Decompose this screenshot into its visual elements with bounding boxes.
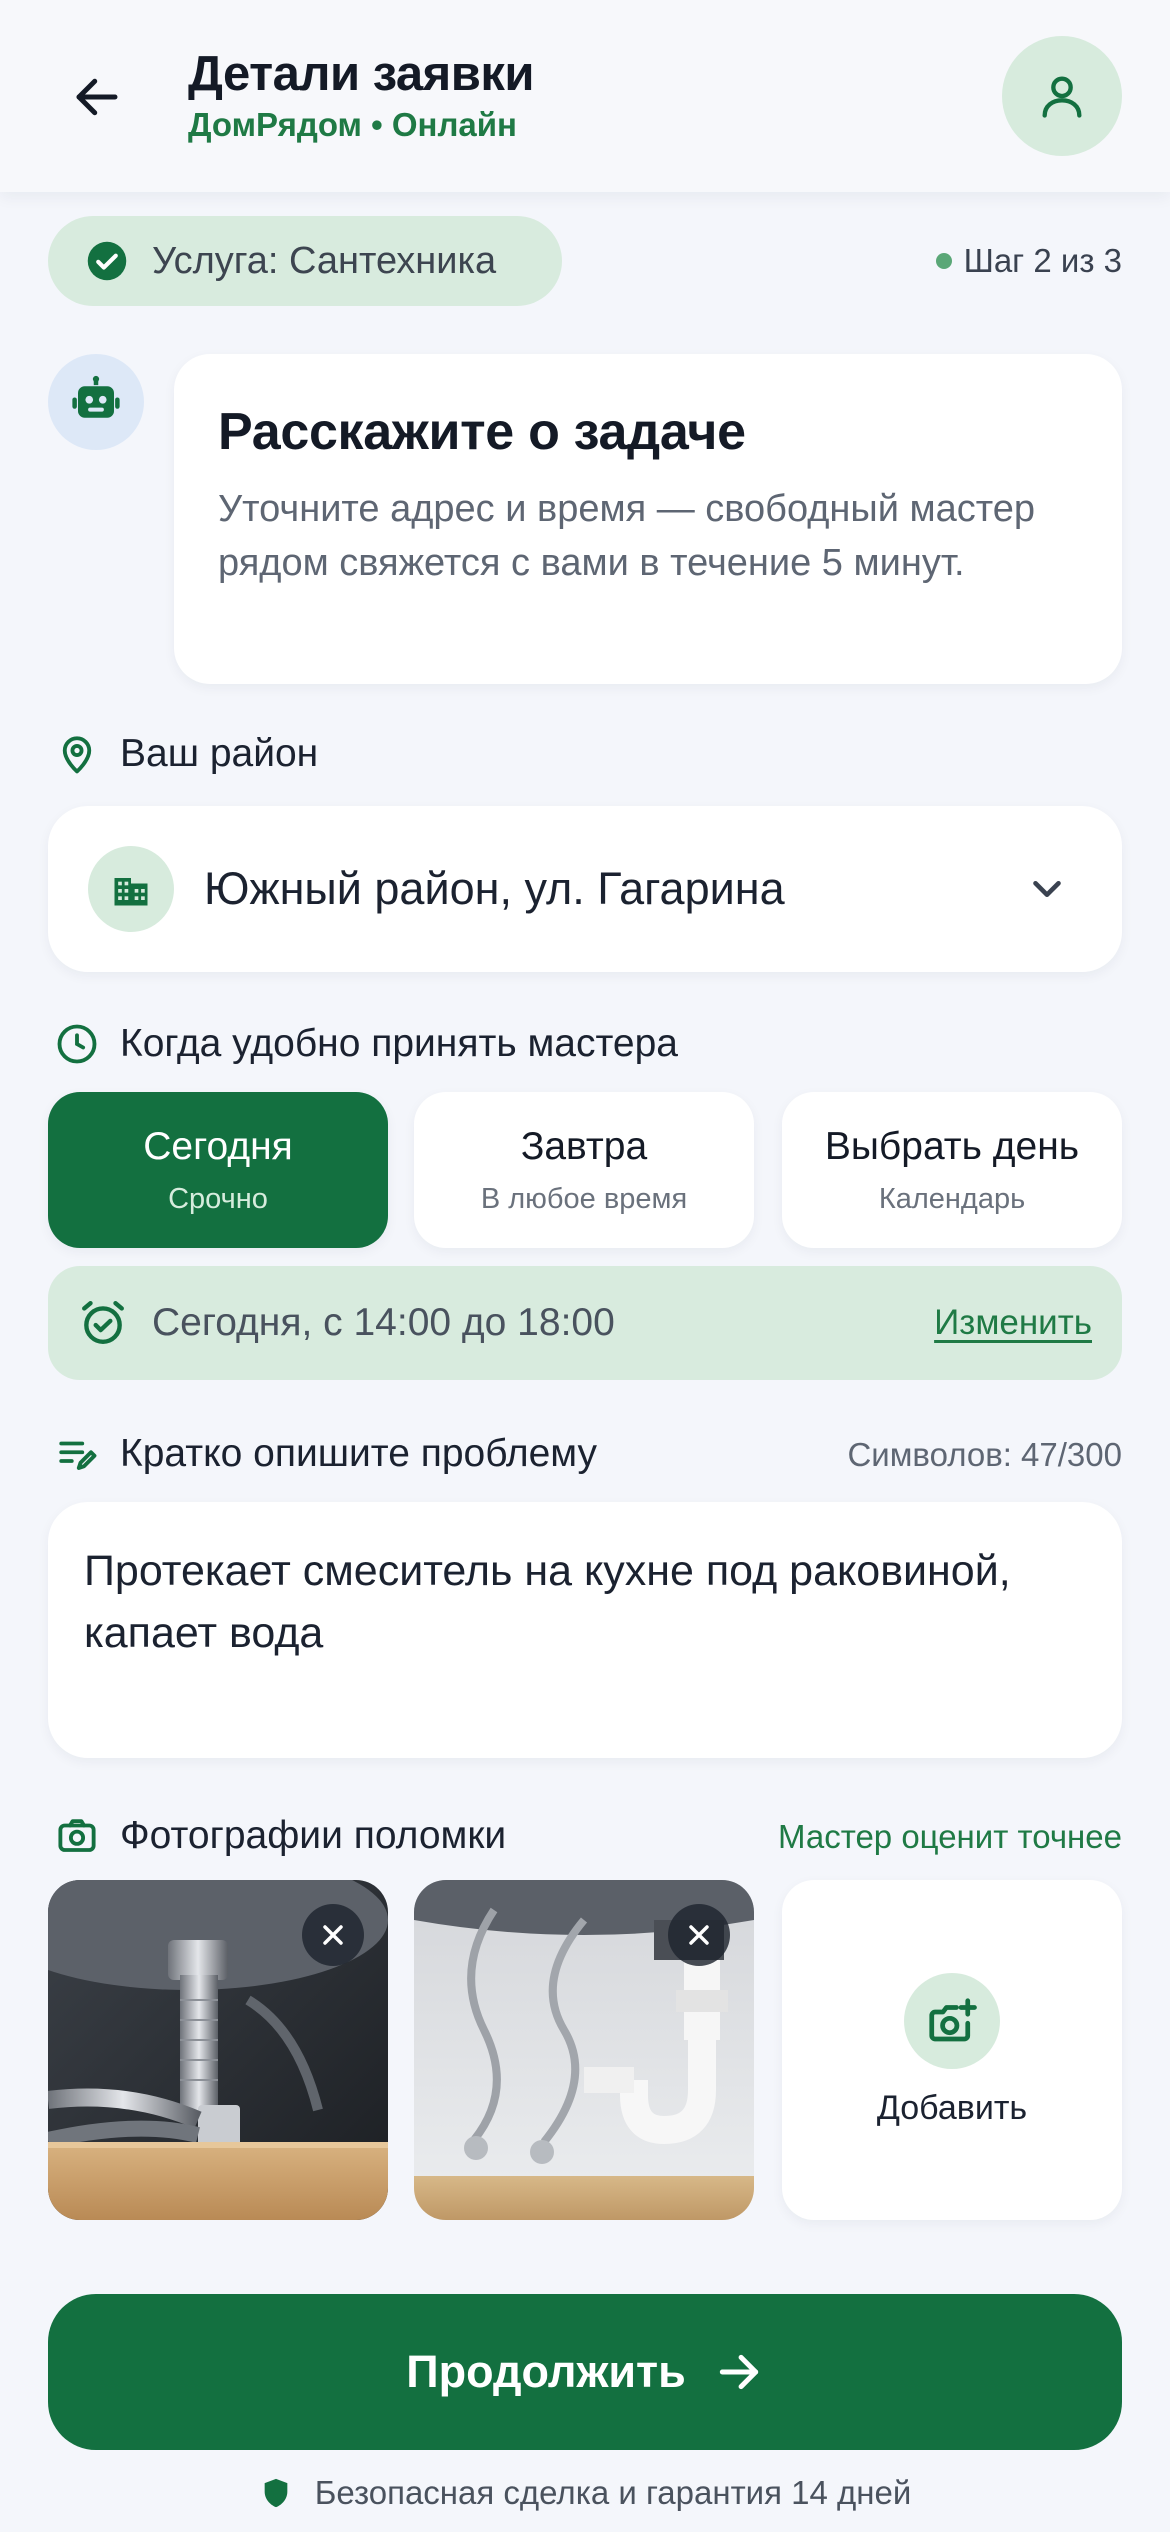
selected-time-text: Сегодня, с 14:00 до 18:00 [152, 1301, 615, 1344]
edit-notes-icon [59, 1441, 97, 1470]
remove-photo-button[interactable] [302, 1904, 364, 1966]
continue-label: Продолжить [406, 2346, 686, 2397]
close-icon [689, 1925, 709, 1945]
description-label-text: Кратко опишите проблему [120, 1432, 598, 1475]
step-indicator: Шаг 2 из 3 [935, 242, 1122, 280]
photo-thumbnail-1[interactable] [48, 1880, 388, 2220]
character-counter: Символов: 47/300 [847, 1436, 1122, 1473]
page-subtitle: ДомРядом • Онлайн [188, 106, 517, 143]
bot-avatar [48, 354, 144, 450]
guarantee-text: Безопасная сделка и гарантия 14 дней [314, 2474, 912, 2511]
back-button[interactable] [58, 58, 136, 136]
selected-time-banner: Сегодня, с 14:00 до 18:00 Изменить [48, 1266, 1122, 1380]
continue-button[interactable]: Продолжить [48, 2294, 1122, 2450]
arrow-right-icon [719, 2354, 758, 2390]
page-title: Детали заявки [188, 47, 535, 101]
user-icon [1042, 76, 1082, 118]
map-pin-icon [62, 736, 92, 774]
change-time-link[interactable]: Изменить [934, 1303, 1092, 1343]
district-select[interactable]: Южный район, ул. Гагарина [48, 806, 1122, 972]
add-photo-button[interactable]: Добавить [782, 1880, 1122, 2220]
alarm-check-icon [82, 1301, 124, 1344]
clock-icon [57, 1024, 97, 1064]
app-header: Детали заявки ДомРядом • Онлайн [0, 0, 1170, 192]
photos-label-text: Фотографии поломки [120, 1814, 507, 1857]
add-a-photo-icon [929, 1997, 977, 2041]
time-option-today[interactable]: Сегодня Срочно [48, 1092, 388, 1248]
shield-icon [264, 2478, 288, 2508]
option-title: Сегодня [143, 1124, 293, 1168]
add-photo-icon-bg [904, 1972, 1000, 2069]
description-textarea[interactable]: Протекает смеситель на кухне под раковин… [48, 1502, 1122, 1758]
bot-message-title: Расскажите о задаче [218, 403, 746, 461]
option-subtitle: В любое время [480, 1182, 688, 1215]
service-chip: Услуга: Сантехника [48, 216, 562, 306]
service-label: Услуга: Сантехника [152, 239, 497, 282]
camera-icon [58, 1819, 96, 1852]
district-section-label: Ваш район [56, 732, 318, 776]
time-option-tomorrow[interactable]: Завтра В любое время [414, 1092, 754, 1248]
robot-icon [72, 375, 120, 418]
option-title: Выбрать день [824, 1124, 1080, 1168]
step-label: Шаг 2 из 3 [963, 242, 1122, 279]
district-label-text: Ваш район [120, 732, 319, 775]
district-value: Южный район, ул. Гагарина [204, 863, 785, 914]
district-icon-bg [88, 846, 174, 932]
guarantee-note: Безопасная сделка и гарантия 14 дней [0, 2474, 1170, 2512]
photo-thumbnail-2[interactable] [414, 1880, 754, 2220]
remove-photo-button[interactable] [668, 1904, 730, 1966]
time-option-pick-day[interactable]: Выбрать день Календарь [782, 1092, 1122, 1248]
option-title: Завтра [520, 1124, 648, 1168]
chevron-down-icon [1033, 880, 1061, 898]
step-dot [935, 253, 952, 269]
time-section-label: Когда удобно принять мастера [56, 1022, 678, 1066]
close-icon [323, 1925, 343, 1945]
description-section-label: Кратко опишите проблему [56, 1432, 597, 1476]
profile-button[interactable] [1002, 36, 1122, 156]
check-circle-icon [87, 241, 127, 281]
arrow-left-icon [76, 78, 118, 116]
add-photo-label: Добавить [876, 2088, 1028, 2127]
time-label-text: Когда удобно принять мастера [120, 1022, 678, 1065]
bot-message-text: Уточните адрес и время — свободный масте… [218, 488, 1035, 584]
bot-message-card: Расскажите о задаче Уточните адрес и вре… [174, 354, 1122, 684]
photos-section-label: Фотографии поломки [56, 1814, 506, 1858]
photos-hint: Мастер оценит точнее [777, 1818, 1122, 1855]
option-subtitle: Календарь [878, 1182, 1026, 1215]
option-subtitle: Срочно [168, 1182, 268, 1215]
building-icon [114, 878, 148, 906]
